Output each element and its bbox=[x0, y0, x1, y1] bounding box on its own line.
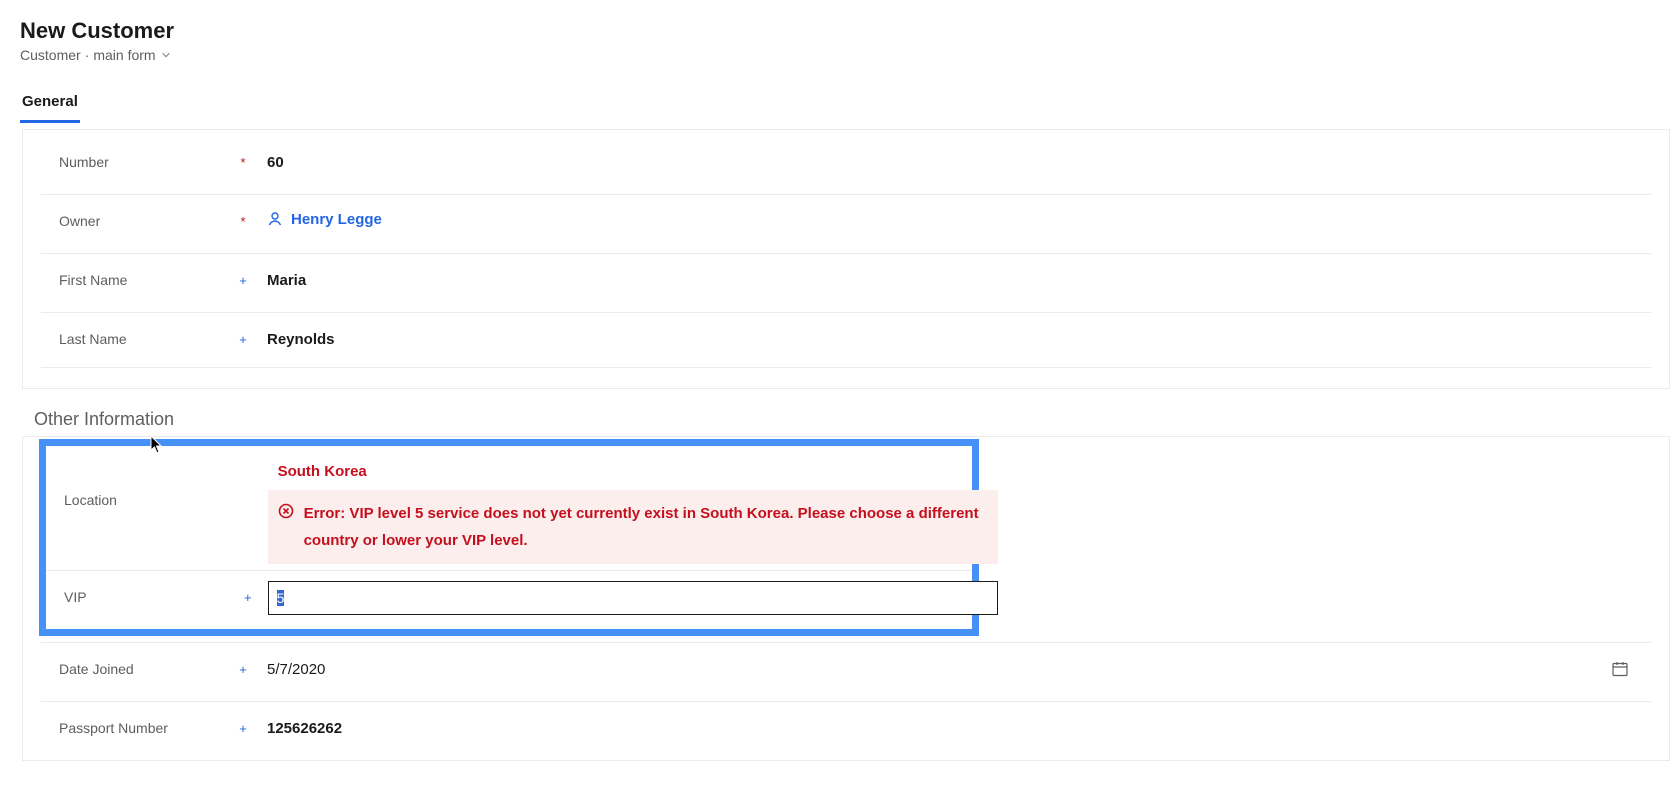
label-passport: Passport Number bbox=[41, 702, 209, 754]
page-title: New Customer bbox=[20, 18, 1660, 44]
recommended-marker: + bbox=[239, 332, 247, 347]
label-first-name: First Name bbox=[41, 254, 209, 306]
last-name-field[interactable]: Reynolds bbox=[263, 318, 1651, 361]
number-field[interactable]: 60 bbox=[263, 141, 1651, 184]
recommended-marker: + bbox=[244, 590, 252, 605]
error-text: Error: VIP level 5 service does not yet … bbox=[304, 500, 984, 554]
label-owner: Owner bbox=[41, 195, 209, 247]
owner-lookup[interactable]: Henry Legge bbox=[267, 211, 382, 228]
required-marker: * bbox=[239, 214, 247, 229]
first-name-field[interactable]: Maria bbox=[263, 259, 1651, 302]
error-icon bbox=[278, 503, 294, 519]
form-selector[interactable]: main form bbox=[93, 47, 170, 63]
form-selector-label: main form bbox=[93, 47, 155, 63]
entity-name: Customer bbox=[20, 47, 81, 63]
location-error: Error: VIP level 5 service does not yet … bbox=[268, 490, 998, 564]
owner-value: Henry Legge bbox=[291, 211, 382, 228]
label-number: Number bbox=[41, 136, 209, 188]
tab-general[interactable]: General bbox=[20, 87, 80, 123]
validation-highlight: Location + South Korea Error: VIP level … bbox=[39, 439, 979, 636]
recommended-marker: + bbox=[239, 273, 247, 288]
location-field[interactable]: South Korea bbox=[268, 460, 998, 488]
label-date-joined: Date Joined bbox=[41, 643, 209, 695]
recommended-marker: + bbox=[239, 721, 247, 736]
label-vip: VIP bbox=[46, 571, 214, 623]
label-last-name: Last Name bbox=[41, 313, 209, 365]
calendar-icon[interactable] bbox=[1611, 660, 1629, 678]
section-title-other: Other Information bbox=[34, 409, 1680, 430]
recommended-marker: + bbox=[239, 662, 247, 677]
required-marker: * bbox=[239, 155, 247, 170]
person-icon bbox=[267, 211, 283, 227]
date-joined-field[interactable]: 5/7/2020 bbox=[263, 648, 329, 691]
chevron-down-icon bbox=[161, 50, 171, 60]
separator: · bbox=[85, 47, 90, 63]
passport-field[interactable]: 125626262 bbox=[263, 707, 1651, 750]
vip-input[interactable] bbox=[268, 581, 998, 615]
label-location: Location bbox=[46, 452, 214, 526]
